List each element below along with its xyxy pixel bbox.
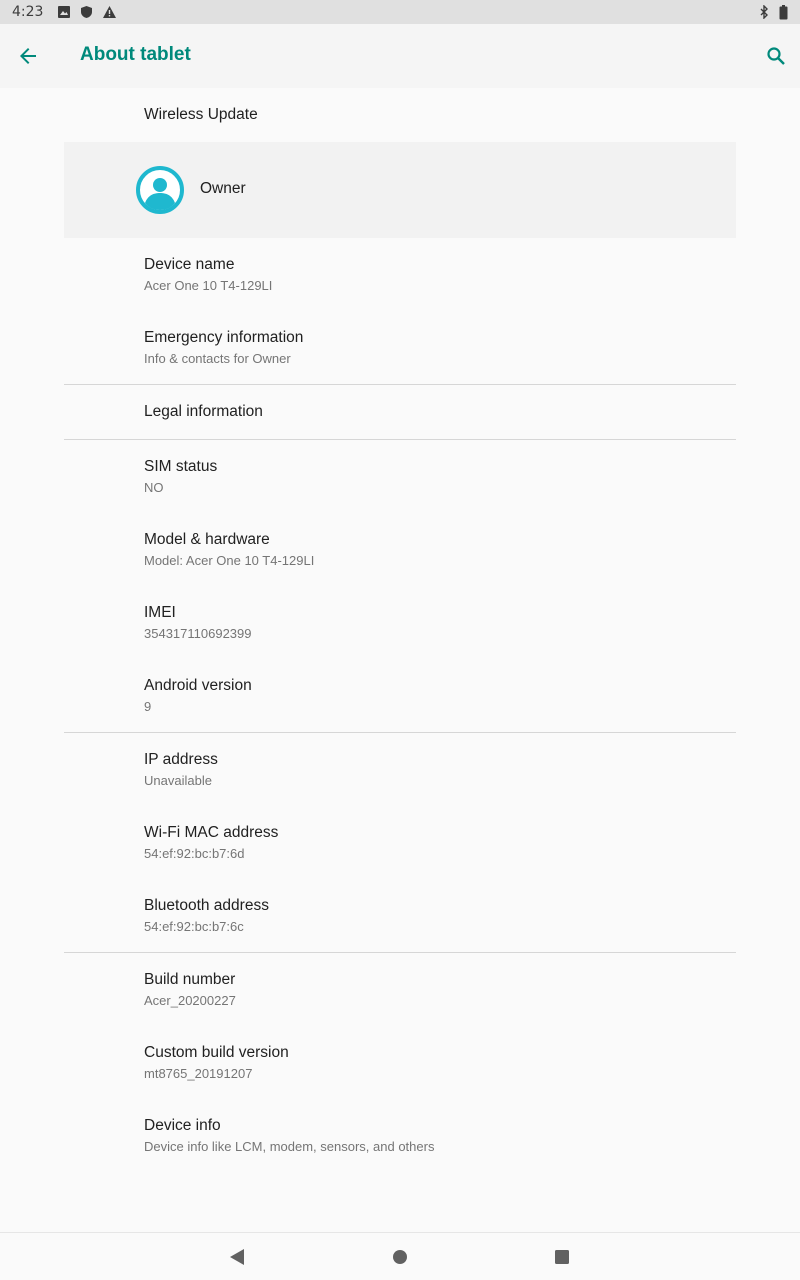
- list-item-device-info[interactable]: Device info Device info like LCM, modem,…: [0, 1099, 800, 1172]
- list-item-legal-information[interactable]: Legal information: [0, 385, 800, 439]
- list-item-model-hardware[interactable]: Model & hardware Model: Acer One 10 T4-1…: [0, 513, 800, 586]
- item-subtitle: 9: [144, 699, 152, 714]
- item-subtitle: Unavailable: [144, 773, 212, 788]
- item-title: Wi-Fi MAC address: [144, 824, 279, 841]
- list-item-ip-address[interactable]: IP address Unavailable: [0, 733, 800, 806]
- list-item-build-number[interactable]: Build number Acer_20200227: [0, 953, 800, 1026]
- item-subtitle: 354317110692399: [144, 626, 252, 641]
- owner-item[interactable]: Owner: [64, 142, 736, 238]
- item-subtitle: Acer One 10 T4-129LI: [144, 278, 273, 293]
- image-icon: [57, 5, 71, 19]
- list-item-sim-status[interactable]: SIM status NO: [0, 440, 800, 513]
- item-subtitle: NO: [144, 480, 164, 495]
- item-title: IP address: [144, 751, 218, 768]
- item-subtitle: 54:ef:92:bc:b7:6c: [144, 919, 244, 934]
- status-time: 4:23: [12, 4, 44, 20]
- item-title: Bluetooth address: [144, 897, 269, 914]
- item-title: Device name: [144, 256, 235, 273]
- owner-name: Owner: [200, 180, 246, 197]
- item-title: Build number: [144, 971, 236, 988]
- item-title: SIM status: [144, 458, 218, 475]
- list-item-custom-build-version[interactable]: Custom build version mt8765_20191207: [0, 1026, 800, 1099]
- home-circle-icon[interactable]: [390, 1247, 410, 1267]
- navigation-bar: [0, 1232, 800, 1280]
- wireless-update-label: Wireless Update: [144, 106, 258, 123]
- list-item-device-name[interactable]: Device name Acer One 10 T4-129LI: [0, 238, 800, 311]
- item-title: Legal information: [144, 403, 263, 420]
- item-subtitle: Device info like LCM, modem, sensors, an…: [144, 1139, 435, 1154]
- shield-icon: [80, 5, 93, 19]
- list-item-emergency-information[interactable]: Emergency information Info & contacts fo…: [0, 311, 800, 384]
- app-bar: About tablet: [0, 24, 800, 88]
- item-subtitle: Model: Acer One 10 T4-129LI: [144, 553, 315, 568]
- page-title: About tablet: [80, 44, 191, 65]
- list-item-wifi-mac-address[interactable]: Wi-Fi MAC address 54:ef:92:bc:b7:6d: [0, 806, 800, 879]
- status-bar: 4:23: [0, 0, 800, 24]
- back-arrow-icon[interactable]: [16, 44, 40, 68]
- item-subtitle: 54:ef:92:bc:b7:6d: [144, 846, 245, 861]
- item-title: Model & hardware: [144, 531, 270, 548]
- wireless-update-item[interactable]: Wireless Update: [0, 88, 800, 142]
- item-subtitle: Acer_20200227: [144, 993, 236, 1008]
- recents-square-icon[interactable]: [552, 1247, 572, 1267]
- back-triangle-icon[interactable]: [228, 1247, 248, 1267]
- bluetooth-icon: [759, 5, 769, 19]
- list-item-imei[interactable]: IMEI 354317110692399: [0, 586, 800, 659]
- item-title: Custom build version: [144, 1044, 289, 1061]
- item-title: Emergency information: [144, 329, 304, 346]
- list-item-bluetooth-address[interactable]: Bluetooth address 54:ef:92:bc:b7:6c: [0, 879, 800, 952]
- item-title: Android version: [144, 677, 252, 694]
- item-subtitle: Info & contacts for Owner: [144, 351, 291, 366]
- settings-list: Wireless Update Owner Device name Acer O…: [0, 88, 800, 1172]
- item-title: Device info: [144, 1117, 221, 1134]
- search-icon[interactable]: [764, 44, 788, 68]
- item-subtitle: mt8765_20191207: [144, 1066, 253, 1081]
- warning-icon: [102, 5, 117, 19]
- item-title: IMEI: [144, 604, 176, 621]
- battery-icon: [779, 4, 788, 20]
- list-item-android-version[interactable]: Android version 9: [0, 659, 800, 732]
- avatar: [136, 166, 184, 214]
